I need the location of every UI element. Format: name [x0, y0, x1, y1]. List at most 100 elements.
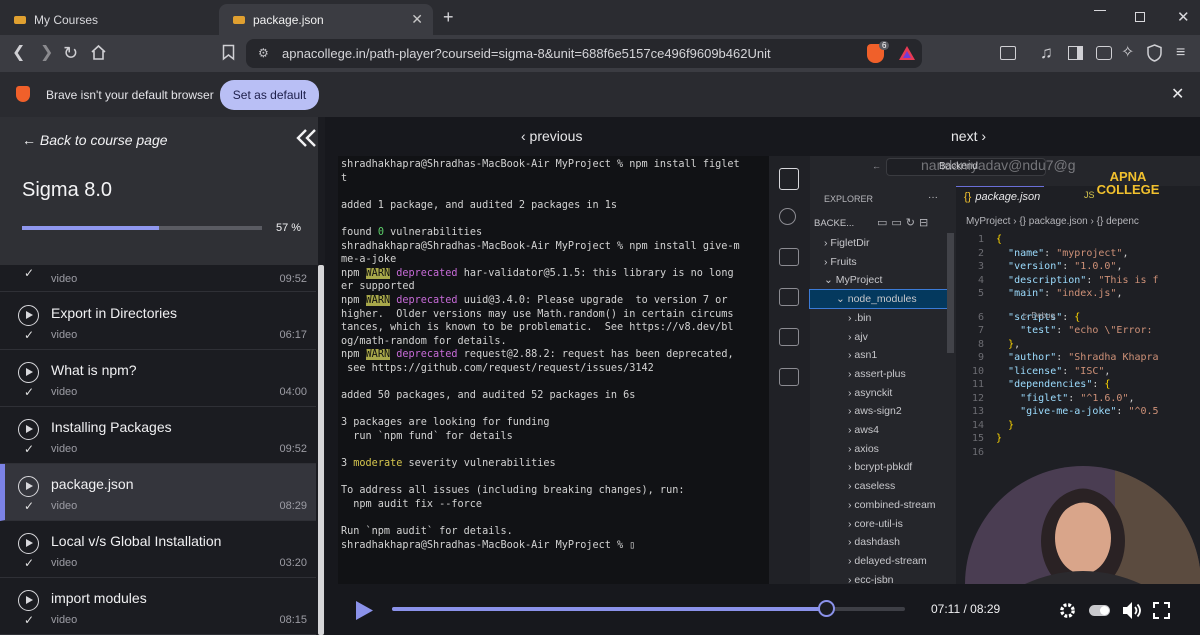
banner-message: Brave isn't your default browser	[46, 88, 214, 102]
list-item[interactable]: ✓ Local v/s Global Installation video 03:20	[0, 521, 316, 578]
new-tab-button[interactable]: +	[443, 7, 454, 28]
tree-item-label: combined-stream	[854, 498, 936, 511]
list-item[interactable]: ✓ What is npm? video 04:00	[0, 350, 316, 407]
code-token: "ISC"	[1074, 365, 1105, 377]
terminal-text: WARN	[365, 294, 391, 306]
line-number: 9	[977, 352, 984, 363]
list-item[interactable]: ✓ package.json video 08:29	[0, 464, 316, 521]
lesson-type: video	[51, 329, 78, 341]
media-icon[interactable]: ♫	[1040, 43, 1053, 63]
home-icon[interactable]	[90, 44, 107, 61]
terminal-line: npm WARN deprecated har-validator@5.1.5:…	[341, 267, 766, 281]
play-icon[interactable]	[354, 600, 374, 621]
brave-rewards-icon[interactable]	[898, 45, 916, 61]
code-token: "description"	[1008, 274, 1087, 286]
seek-bar[interactable]	[392, 600, 905, 617]
bookmark-icon[interactable]	[222, 44, 235, 61]
close-window-icon[interactable]: ✕	[1177, 8, 1190, 26]
lesson-type: video	[51, 557, 78, 569]
tree-chevron-icon: ›	[848, 517, 852, 530]
terminal-text: npm	[341, 349, 366, 361]
leo-ai-icon[interactable]: ✧	[1121, 43, 1134, 63]
lesson-type: video	[51, 614, 78, 626]
previous-lesson-link[interactable]: ‹ previous	[521, 128, 582, 144]
code-token: :	[1086, 274, 1099, 286]
seek-bar-handle[interactable]	[817, 600, 835, 617]
terminal-text: 3	[341, 458, 354, 470]
close-banner-icon[interactable]: ✕	[1171, 84, 1184, 104]
tree-chevron-icon: ›	[848, 461, 852, 474]
code-token: "myproject"	[1056, 247, 1123, 259]
forward-arrow-icon[interactable]: ❯	[40, 43, 53, 63]
editor-breadcrumb: MyProject › {} package.json › {} depenc	[966, 216, 1139, 227]
next-lesson-link[interactable]: next ›	[951, 128, 986, 144]
terminal-line: Run `npm audit` for details.	[341, 525, 766, 539]
terminal-text: higher. Older versions may use Math.rand…	[341, 308, 734, 320]
url-text: apnacollege.in/path-player?courseid=sigm…	[282, 46, 771, 61]
wallet-icon[interactable]	[1096, 46, 1112, 60]
tree-chevron-icon: ›	[848, 405, 852, 418]
fullscreen-icon[interactable]	[1153, 602, 1170, 619]
gear-icon[interactable]	[1058, 601, 1077, 620]
tree-chevron-icon: ›	[848, 424, 852, 436]
lesson-duration: 04:00	[279, 386, 307, 398]
back-to-course-link[interactable]: ← Back to course page	[22, 132, 168, 148]
list-item[interactable]: ✓ import modules video 08:15	[0, 578, 316, 635]
site-info-icon[interactable]: ⚙	[258, 39, 269, 68]
code-token: }	[1008, 419, 1015, 431]
terminal-text: har-validator@5.1.5: this library is no …	[457, 267, 734, 279]
vpn-shield-icon[interactable]	[1147, 44, 1162, 62]
address-bar[interactable]: ⚙ apnacollege.in/path-player?courseid=si…	[246, 39, 922, 68]
reload-icon[interactable]: ↻	[63, 43, 78, 63]
lesson-type: video	[51, 386, 78, 398]
list-item[interactable]: ✓ Export in Directories video 06:17	[0, 293, 316, 350]
lesson-type: video	[51, 500, 78, 512]
tab-my-courses[interactable]: My Courses	[0, 4, 214, 35]
sidebar-scrollbar[interactable]	[316, 265, 325, 635]
minimize-window-icon[interactable]	[1094, 10, 1106, 11]
speaker-icon[interactable]	[1122, 601, 1143, 620]
set-as-default-button[interactable]: Set as default	[220, 80, 319, 110]
lesson-duration: 09:52	[279, 443, 307, 455]
back-arrow-icon[interactable]: ❮	[12, 43, 25, 63]
file-tree-item: › Fruits	[810, 253, 947, 271]
autoplay-toggle[interactable]	[1089, 605, 1110, 616]
terminal-output: shradhakhapra@Shradhas-MacBook-Air MyPro…	[338, 156, 769, 584]
list-item[interactable]: ✓ video 09:52	[0, 265, 316, 292]
list-item[interactable]: ✓ Installing Packages video 09:52	[0, 407, 316, 464]
terminal-line: shradhakhapra@Shradhas-MacBook-Air MyPro…	[341, 240, 766, 254]
sidebar-scrollbar-thumb[interactable]	[318, 265, 324, 635]
line-number: 16	[971, 446, 984, 458]
line-number: 2	[977, 247, 984, 259]
tree-chevron-icon: ›	[848, 536, 852, 549]
editor-tab-label: package.json	[975, 191, 1041, 203]
seek-bar-progress	[392, 607, 827, 611]
tab-label: package.json	[253, 12, 324, 27]
close-tab-icon[interactable]: ✕	[411, 11, 423, 28]
menu-icon[interactable]: ≡	[1176, 43, 1185, 63]
tab-package-json[interactable]: package.json ✕	[219, 4, 433, 35]
restore-window-icon[interactable]	[1135, 12, 1145, 22]
video-player: ‹ previous next › shradhakhapra@Shradhas…	[325, 117, 1200, 635]
code-token: "give-me-a-joke"	[1020, 406, 1117, 417]
terminal-line: shradhakhapra@Shradhas-MacBook-Air MyPro…	[341, 539, 766, 553]
code-token: "version"	[1008, 261, 1063, 272]
tree-chevron-icon: ›	[848, 311, 852, 324]
code-token: "name"	[1008, 247, 1045, 259]
reader-mode-icon[interactable]	[1000, 46, 1016, 60]
viewer-watermark: nandaniyadav@ndu7@g	[921, 157, 1076, 173]
video-controls: 07:11 / 08:29	[325, 587, 1200, 635]
tree-chevron-icon: ›	[848, 573, 852, 584]
completed-check-icon: ✓	[24, 499, 35, 513]
sidebar-toggle-icon[interactable]	[1068, 46, 1083, 60]
code-token: :	[1044, 288, 1057, 299]
tree-item-label: MyProject	[835, 274, 883, 287]
file-explorer: ← EXPLORER ··· BACKE... ▭▭↻⊟ › FigletDir…	[809, 156, 956, 584]
double-chevron-left-icon[interactable]	[296, 128, 318, 148]
terminal-text: deprecated	[396, 294, 458, 306]
